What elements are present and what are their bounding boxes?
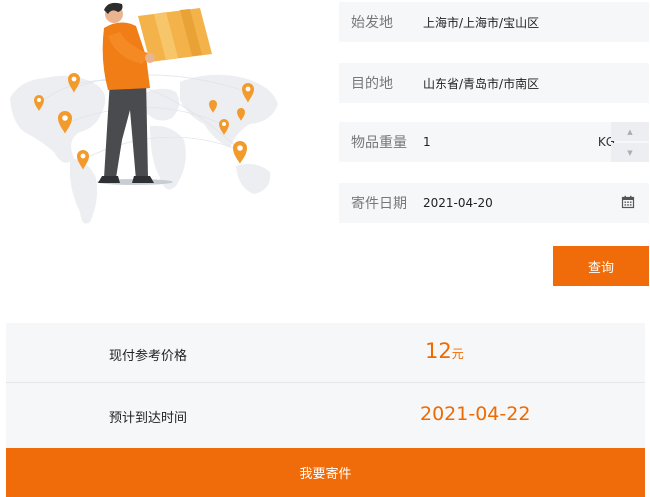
stepper-up-icon[interactable]: ▲ [611, 122, 649, 141]
price-unit: 元 [451, 347, 464, 361]
weight-input[interactable]: 1 [423, 135, 598, 149]
courier-world-map-illustration [10, 2, 278, 224]
arrival-row: 预计到达时间 2021-04-22 [6, 383, 645, 448]
origin-label: 始发地 [351, 15, 393, 31]
destination-value[interactable]: 山东省/青岛市/市南区 [423, 75, 649, 92]
arrival-label: 预计到达时间 [109, 411, 188, 426]
origin-field[interactable]: 始发地 上海市/上海市/宝山区 [339, 2, 649, 42]
origin-value[interactable]: 上海市/上海市/宝山区 [423, 14, 649, 31]
send-date-field[interactable]: 寄件日期 2021-04-20 [339, 183, 649, 223]
arrival-value: 2021-04-22 [420, 403, 531, 425]
destination-field[interactable]: 目的地 山东省/青岛市/市南区 [339, 63, 649, 103]
send-parcel-button[interactable]: 我要寄件 [6, 448, 645, 497]
price-label: 现付参考价格 [109, 349, 188, 364]
price-value: 12 [425, 339, 452, 363]
stepper-down-icon[interactable]: ▼ [611, 143, 649, 162]
send-date-value[interactable]: 2021-04-20 [423, 196, 649, 210]
calendar-icon[interactable] [621, 195, 635, 209]
price-row: 现付参考价格 12元 [6, 323, 645, 382]
send-date-label: 寄件日期 [351, 196, 407, 212]
weight-stepper: ▲ ▼ [611, 122, 649, 162]
destination-label: 目的地 [351, 76, 393, 92]
weight-label: 物品重量 [351, 135, 407, 151]
price-value-group: 12元 [425, 339, 464, 363]
query-button[interactable]: 查询 [553, 246, 649, 286]
weight-field: 物品重量 1 KG ▲ ▼ [339, 122, 649, 162]
